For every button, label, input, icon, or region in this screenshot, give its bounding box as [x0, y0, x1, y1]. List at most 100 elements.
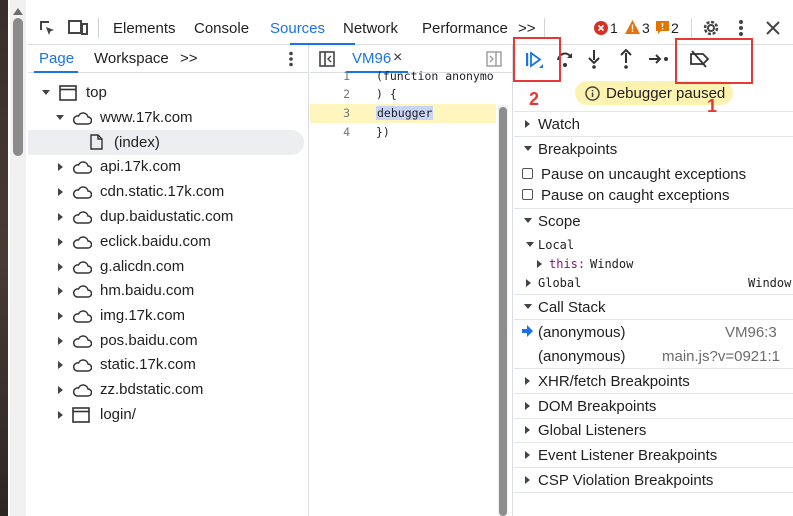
tree-item-domain[interactable]: dup.baidustatic.com — [28, 204, 304, 229]
current-frame-arrow-icon — [521, 325, 533, 337]
tree-item-domain[interactable]: hm.baidu.com — [28, 278, 304, 303]
collapsed-arrow-icon — [525, 402, 530, 410]
section-csp-breakpoints[interactable]: CSP Violation Breakpoints — [514, 468, 793, 492]
line-number[interactable]: 4 — [336, 125, 350, 139]
tree-item-domain[interactable]: cdn.static.17k.com — [28, 179, 304, 204]
tree-item-domain[interactable]: g.alicdn.com — [28, 254, 304, 279]
section-watch[interactable]: Watch — [514, 112, 793, 136]
tab-network[interactable]: Network — [343, 20, 398, 37]
cloud-icon — [72, 358, 92, 372]
warning-count[interactable]: 3 — [642, 20, 650, 36]
tree-item-file-selected[interactable]: (index) — [28, 130, 304, 155]
step-out-icon[interactable] — [620, 49, 632, 69]
toolbar-divider — [544, 18, 545, 38]
collapsed-arrow-icon — [525, 120, 530, 128]
scope-value: Window — [590, 257, 634, 271]
device-toolbar-icon[interactable] — [68, 19, 88, 37]
section-event-listener-breakpoints[interactable]: Event Listener Breakpoints — [514, 443, 793, 467]
scroll-up-arrow-icon[interactable] — [13, 8, 23, 15]
section-breakpoints[interactable]: Breakpoints — [514, 137, 793, 161]
tree-item-label: cdn.static.17k.com — [100, 183, 225, 200]
collapsed-arrow-icon — [58, 337, 63, 345]
scope-local[interactable]: Local — [514, 236, 793, 255]
editor-scrollbar-thumb[interactable] — [499, 107, 507, 516]
tree-item-label: (index) — [114, 134, 160, 151]
annotation-number-2: 2 — [529, 89, 540, 109]
section-xhr-breakpoints[interactable]: XHR/fetch Breakpoints — [514, 369, 793, 393]
tree-item-domain[interactable]: www.17k.com — [28, 105, 304, 130]
step-into-icon[interactable] — [588, 49, 600, 69]
warning-icon[interactable] — [625, 20, 640, 34]
issue-icon[interactable] — [656, 21, 669, 35]
tree-item-label: login/ — [100, 406, 136, 423]
tree-item-domain[interactable]: pos.baidu.com — [28, 328, 304, 353]
tab-workspace[interactable]: Workspace — [94, 50, 169, 67]
section-label: XHR/fetch Breakpoints — [538, 373, 690, 390]
call-frame[interactable]: (anonymous) main.js?v=0921:1 — [514, 344, 793, 368]
tab-page[interactable]: Page — [39, 50, 74, 67]
tree-item-label: static.17k.com — [100, 356, 196, 373]
tree-item-domain[interactable]: img.17k.com — [28, 303, 304, 328]
line-number[interactable]: 1 — [336, 69, 350, 83]
tree-item-top[interactable]: top — [28, 80, 304, 105]
line-number[interactable]: 2 — [336, 87, 350, 101]
settings-gear-icon[interactable] — [701, 18, 721, 38]
more-options-icon[interactable] — [738, 19, 744, 37]
pause-uncaught-checkbox[interactable] — [522, 168, 533, 179]
section-dom-breakpoints[interactable]: DOM Breakpoints — [514, 394, 793, 418]
scope-global[interactable]: Global Window — [514, 274, 793, 293]
collapsed-arrow-icon — [58, 287, 63, 295]
collapsed-arrow-icon — [58, 386, 63, 394]
cloud-icon — [72, 160, 92, 174]
tree-item-domain[interactable]: zz.bdstatic.com — [28, 377, 304, 402]
step-icon[interactable] — [648, 53, 670, 65]
line-number[interactable]: 3 — [336, 106, 350, 120]
pause-caught-option[interactable]: Pause on caught exceptions — [514, 183, 793, 207]
navigator-menu-icon[interactable] — [288, 51, 294, 67]
tab-elements[interactable]: Elements — [113, 20, 176, 37]
section-call-stack[interactable]: Call Stack — [514, 295, 793, 319]
toggle-navigator-icon[interactable] — [319, 51, 335, 67]
paused-code-line[interactable]: 3 debugger — [310, 104, 496, 123]
code-line[interactable]: 2 ) { — [310, 85, 496, 104]
collapsed-arrow-icon — [58, 411, 63, 419]
tree-item-label: www.17k.com — [100, 109, 193, 126]
section-label: CSP Violation Breakpoints — [538, 472, 714, 489]
more-tabs-button[interactable]: >> — [518, 20, 536, 37]
collapsed-arrow-icon — [525, 451, 530, 459]
tab-console[interactable]: Console — [194, 20, 249, 37]
close-devtools-icon[interactable] — [766, 21, 780, 35]
pause-caught-checkbox[interactable] — [522, 189, 533, 200]
section-scope[interactable]: Scope — [514, 209, 793, 233]
page-scrollbar-thumb[interactable] — [13, 18, 23, 156]
tree-item-domain[interactable]: eclick.baidu.com — [28, 229, 304, 254]
inspect-element-icon[interactable] — [38, 19, 56, 37]
tree-item-label: g.alicdn.com — [100, 258, 185, 275]
tree-item-label: top — [86, 84, 107, 101]
tab-performance[interactable]: Performance — [422, 20, 508, 37]
more-navigator-tabs-button[interactable]: >> — [180, 50, 198, 67]
tab-sources[interactable]: Sources — [270, 20, 325, 37]
collapsed-arrow-icon — [525, 377, 530, 385]
toggle-debugger-sidebar-icon[interactable] — [486, 51, 502, 67]
error-count[interactable]: 1 — [610, 20, 618, 36]
tree-item-frame[interactable]: login/ — [28, 402, 304, 427]
expanded-arrow-icon — [526, 242, 534, 247]
scope-label: Local — [538, 238, 575, 252]
tree-item-domain[interactable]: api.17k.com — [28, 154, 304, 179]
scope-this[interactable]: this: Window — [514, 255, 793, 274]
error-icon[interactable] — [594, 21, 608, 35]
call-frame-active[interactable]: (anonymous) VM96:3 — [514, 320, 793, 344]
code-text: debugger — [376, 106, 434, 120]
frame-location[interactable]: VM96:3 — [725, 324, 777, 341]
code-line[interactable]: 4 }) — [310, 123, 496, 142]
file-tab-vm96[interactable]: VM96 — [352, 50, 391, 67]
issue-count[interactable]: 2 — [671, 20, 679, 36]
collapsed-arrow-icon — [58, 312, 63, 320]
code-line[interactable]: 1 (function anonymo — [310, 67, 496, 86]
frame-location[interactable]: main.js?v=0921:1 — [662, 348, 780, 365]
section-global-listeners[interactable]: Global Listeners — [514, 418, 793, 442]
cloud-icon — [72, 383, 92, 397]
close-tab-icon[interactable]: × — [393, 49, 402, 67]
tree-item-domain[interactable]: static.17k.com — [28, 352, 304, 377]
